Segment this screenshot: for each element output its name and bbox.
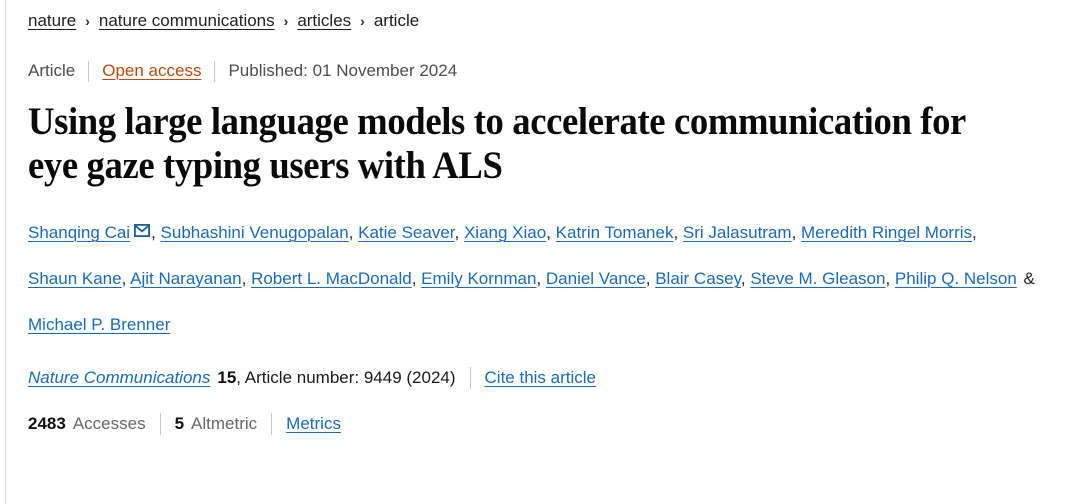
author-link[interactable]: Michael P. Brenner	[28, 315, 170, 334]
author-separator: ,	[645, 269, 656, 288]
author-separator: ,	[121, 269, 131, 288]
altmetric-label: Altmetric	[191, 414, 258, 433]
page-title: Using large language models to accelerat…	[28, 100, 966, 187]
author-separator: ,	[536, 269, 546, 288]
breadcrumb-chevron-icon: ›	[85, 13, 90, 29]
breadcrumb-item-nature-communications[interactable]: nature communications	[99, 9, 275, 33]
author-separator: ,	[885, 269, 895, 288]
citation-divider	[469, 367, 471, 389]
author-link[interactable]: Steve M. Gleason	[750, 269, 885, 288]
author-link[interactable]: Daniel Vance	[546, 269, 646, 288]
article-type-label: Article	[28, 61, 76, 80]
author-ampersand: &	[1023, 269, 1035, 288]
author-link[interactable]: Katrin Tomanek	[556, 223, 674, 242]
published-date: Published: 01 November 2024	[228, 61, 458, 80]
author-link[interactable]: Robert L. MacDonald	[251, 269, 412, 288]
left-page-rule	[5, 0, 6, 504]
breadcrumb: nature › nature communications › article…	[28, 0, 1074, 33]
author-link[interactable]: Ajit Narayanan	[130, 269, 242, 288]
author-link[interactable]: Katie Seaver	[358, 223, 454, 242]
author-separator: ,	[411, 269, 422, 288]
metrics-link[interactable]: Metrics	[286, 412, 341, 436]
altmetric-count: 5	[174, 414, 185, 433]
volume-number: 15	[217, 368, 237, 387]
breadcrumb-item-article: article	[373, 11, 420, 30]
article-meta-line: Article Open access Published: 01 Novemb…	[28, 59, 1074, 83]
author-link[interactable]: Emily Kornman	[421, 269, 536, 288]
author-separator: ,	[791, 223, 802, 242]
breadcrumb-chevron-icon: ›	[283, 13, 289, 29]
author-separator: ,	[546, 223, 556, 242]
author-link[interactable]: Philip Q. Nelson	[895, 269, 1017, 288]
author-separator: ,	[348, 223, 359, 242]
cite-this-article-link[interactable]: Cite this article	[485, 366, 596, 390]
meta-divider	[214, 60, 216, 82]
metrics-divider	[159, 413, 161, 435]
author-separator: ,	[454, 223, 464, 242]
journal-name-link[interactable]: Nature Communications	[28, 366, 210, 390]
author-link[interactable]: Sri Jalasutram	[683, 223, 792, 242]
author-separator: ,	[151, 223, 161, 242]
article-number-text: , Article number: 9449 (2024)	[236, 368, 456, 387]
author-link[interactable]: Subhashini Venugopalan	[161, 223, 349, 242]
journal-citation: Nature Communications 15 , Article numbe…	[28, 366, 1074, 390]
metrics-bar: 2483 Accesses 5 Altmetric Metrics	[28, 412, 1074, 436]
accesses-label: Accesses	[72, 414, 146, 433]
author-separator: ,	[673, 223, 683, 242]
meta-divider	[88, 60, 90, 82]
author-link[interactable]: Meredith Ringel Morris	[801, 223, 972, 242]
breadcrumb-chevron-icon: ›	[360, 13, 365, 29]
author-link[interactable]: Xiang Xiao	[464, 223, 546, 242]
author-separator: ,	[740, 269, 751, 288]
author-separator: ,	[972, 223, 977, 242]
open-access-link[interactable]: Open access	[102, 59, 201, 83]
breadcrumb-item-nature[interactable]: nature	[28, 9, 76, 33]
author-link[interactable]: Shanqing Cai	[28, 223, 130, 242]
breadcrumb-item-articles[interactable]: articles	[297, 9, 351, 33]
author-separator: ,	[241, 269, 252, 288]
author-link[interactable]: Shaun Kane	[28, 269, 122, 288]
accesses-count: 2483	[28, 414, 66, 433]
envelope-icon[interactable]	[134, 209, 151, 255]
article-header: nature › nature communications › article…	[28, 0, 1074, 436]
author-list: Shanqing Cai, Subhashini Venugopalan, Ka…	[28, 209, 1074, 348]
author-link[interactable]: Blair Casey	[655, 269, 741, 288]
metrics-divider	[271, 413, 273, 435]
